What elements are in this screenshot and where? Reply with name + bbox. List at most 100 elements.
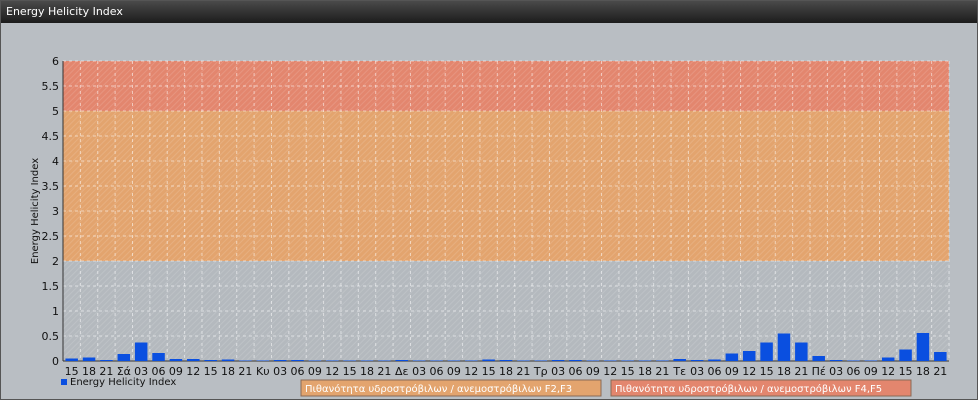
bar-33 <box>638 360 652 361</box>
x-tick-label: 12 <box>603 365 617 378</box>
x-tick-label: 21 <box>933 365 947 378</box>
bar-30 <box>586 360 600 361</box>
legend-band-label: Πιθανότητα υδροστρόβιλων / ανεμοστρόβιλω… <box>305 383 572 395</box>
y-tick-label: 1.5 <box>42 280 60 293</box>
bar-24 <box>482 359 495 361</box>
x-tick-label: 15 <box>899 365 913 378</box>
chart-title: Energy Helicity Index <box>6 5 123 18</box>
y-tick-label: 5.5 <box>42 80 60 93</box>
x-tick-label: 15 <box>760 365 774 378</box>
x-tick-label: 03 <box>273 365 287 378</box>
x-tick-label: 15 <box>343 365 357 378</box>
y-tick-label: 2 <box>52 255 59 268</box>
bar-46 <box>864 360 878 361</box>
y-axis-label: Energy Helicity Index <box>30 158 41 264</box>
x-tick-label: 12 <box>325 365 339 378</box>
bar-3 <box>117 354 131 361</box>
bar-8 <box>204 360 217 361</box>
x-tick-label: Πέ <box>812 365 826 378</box>
chart-widget: Energy Helicity Index 0 0.5 1 1.5 2 2.5 3 3.5 4 4… <box>0 0 978 400</box>
x-tick-label: 03 <box>412 365 426 378</box>
x-tick-label: 09 <box>586 365 600 378</box>
bar-42 <box>795 342 808 361</box>
x-tick-label: 03 <box>551 365 565 378</box>
bar-23 <box>465 360 478 361</box>
bar-45 <box>847 360 860 361</box>
x-tick-label: 03 <box>829 365 843 378</box>
bar-22 <box>447 360 461 361</box>
bar-31 <box>603 360 617 361</box>
bar-26 <box>517 360 530 361</box>
x-tick-label: Δε <box>395 365 409 378</box>
bar-49 <box>916 333 930 361</box>
bar-20 <box>412 360 426 361</box>
x-tick-label: 21 <box>516 365 530 378</box>
x-tick-label: 09 <box>864 365 878 378</box>
x-tick-label: 15 <box>621 365 635 378</box>
bar-17 <box>360 360 374 361</box>
bar-43 <box>812 356 825 361</box>
y-tick-label: 3.5 <box>42 180 60 193</box>
x-tick-label: 06 <box>430 365 444 378</box>
x-tick-label: 12 <box>464 365 478 378</box>
bar-12 <box>273 360 287 361</box>
y-tick-label: 4.5 <box>42 130 60 143</box>
x-tick-label: 18 <box>777 365 791 378</box>
y-tick-label: 2.5 <box>42 230 60 243</box>
ehi-chart: 00.511.522.533.544.555.5615 18 21 Σά 03 06 09 1… <box>30 55 950 397</box>
x-tick-label: 06 <box>707 365 721 378</box>
bar-10 <box>239 360 252 361</box>
x-tick-label: 09 <box>308 365 322 378</box>
x-tick-label: 03 <box>690 365 704 378</box>
y-tick-label: 5 <box>52 105 59 118</box>
bar-2 <box>100 360 113 361</box>
x-tick-label: 12 <box>742 365 756 378</box>
bar-9 <box>221 359 235 361</box>
bar-41 <box>777 333 791 361</box>
x-tick-label: 18 <box>221 365 235 378</box>
bar-47 <box>881 357 895 361</box>
bar-16 <box>343 360 356 361</box>
y-tick-label: 4 <box>52 155 59 168</box>
bar-38 <box>725 353 739 361</box>
x-tick-label: 06 <box>568 365 582 378</box>
bar-36 <box>690 360 704 361</box>
y-tick-label: 1 <box>52 305 59 318</box>
x-tick-label: 12 <box>186 365 200 378</box>
bar-1 <box>82 357 96 361</box>
x-tick-label: 21 <box>655 365 669 378</box>
bar-44 <box>829 360 843 361</box>
x-tick-label: 18 <box>499 365 513 378</box>
x-tick-label: Τρ <box>533 365 548 378</box>
chart-title-bar: Energy Helicity Index <box>1 1 977 23</box>
bar-37 <box>708 359 721 361</box>
bar-0 <box>65 358 78 361</box>
x-tick-label: 21 <box>238 365 252 378</box>
bar-21 <box>430 360 443 361</box>
bar-34 <box>656 360 669 361</box>
bar-13 <box>291 360 304 361</box>
bar-29 <box>569 360 582 361</box>
legend-series-label: Energy Helicity Index <box>70 377 176 388</box>
bar-50 <box>934 352 947 361</box>
y-tick-label: 0 <box>52 355 59 368</box>
bar-11 <box>256 360 270 361</box>
bar-25 <box>499 360 513 361</box>
bar-27 <box>534 360 547 361</box>
y-tick-label: 0.5 <box>42 330 60 343</box>
bar-4 <box>134 342 148 361</box>
bar-35 <box>673 359 686 361</box>
x-tick-label: 06 <box>291 365 305 378</box>
x-tick-label: 09 <box>447 365 461 378</box>
legend-band-label: Πιθανότητα υδροστρόβιλων / ανεμοστρόβιλω… <box>615 383 882 395</box>
bar-14 <box>308 360 322 361</box>
x-tick-label: 09 <box>725 365 739 378</box>
bar-7 <box>187 359 200 361</box>
bar-39 <box>742 351 756 361</box>
x-tick-label: 18 <box>360 365 374 378</box>
x-tick-label: Κυ <box>256 365 270 378</box>
x-tick-label: 06 <box>846 365 860 378</box>
bar-28 <box>551 360 565 361</box>
x-tick-label: 21 <box>377 365 391 378</box>
legend-marker <box>61 379 67 385</box>
